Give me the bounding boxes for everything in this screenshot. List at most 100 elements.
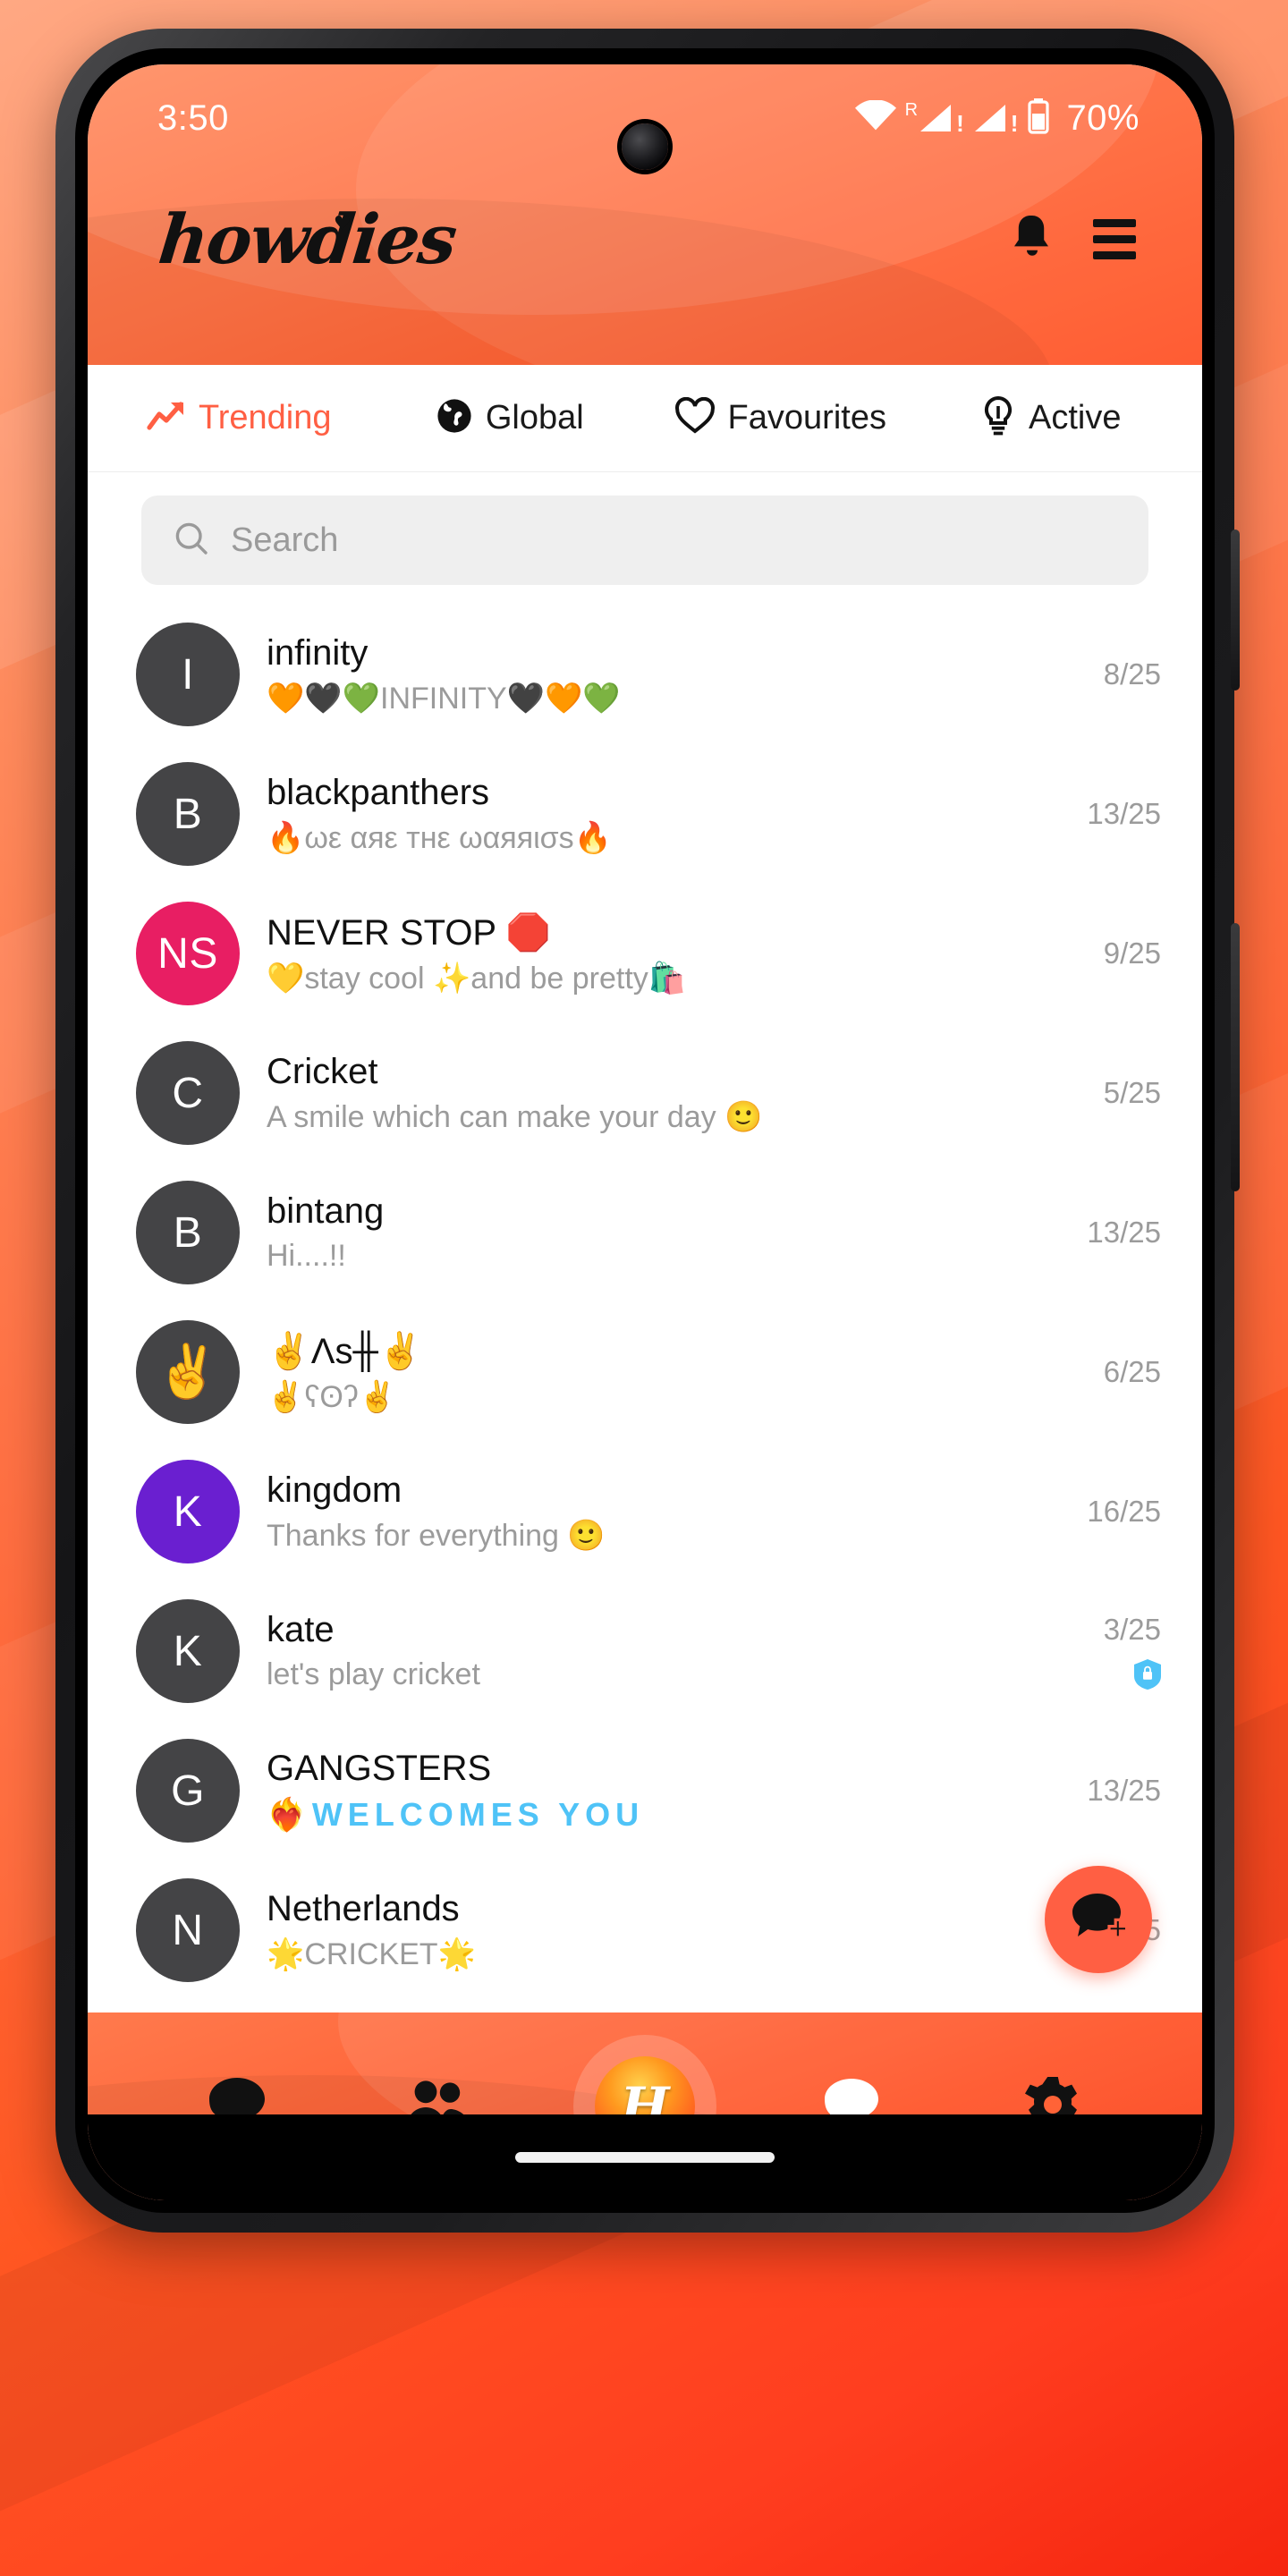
room-occupancy-count: 13/25 [1087, 1774, 1161, 1807]
phone-frame: 3:50 R ! ! 70% howdies ♥ Trending Global… [55, 29, 1240, 2233]
room-list-item[interactable]: Kkingdom Thanks for everything 🙂 16/25 [88, 1442, 1202, 1581]
app-logo-text: howdies [155, 199, 460, 279]
app-logo: howdies ♥ [155, 199, 459, 279]
search-icon [174, 521, 209, 561]
room-subtitle: Thanks for everything 🙂 [267, 1518, 606, 1553]
room-info: kingdom Thanks for everything 🙂 [267, 1470, 1000, 1554]
search-section: Search [88, 472, 1202, 605]
status-icons: R ! ! 70% [854, 97, 1140, 139]
lock-badge-icon [1134, 1659, 1161, 1690]
tab-label-global: Global [485, 399, 584, 436]
avatar[interactable]: ✌️ [136, 1320, 240, 1424]
avatar[interactable]: NS [136, 902, 240, 1005]
room-title: infinity [267, 632, 369, 673]
room-title: kingdom [267, 1470, 402, 1510]
app-header: 3:50 R ! ! 70% howdies ♥ [88, 64, 1202, 365]
signal-alert-mark: ! [1010, 110, 1019, 137]
search-input[interactable]: Search [141, 496, 1148, 585]
room-list-item[interactable]: Bblackpanthers 🔥ωε αяε тнε ωαяяισѕ🔥 13/25 [88, 744, 1202, 884]
room-title: Netherlands [267, 1888, 460, 1928]
phone-volume-button[interactable] [1231, 923, 1240, 1191]
room-meta: 5/25 [1027, 1076, 1161, 1110]
tab-label-trending: Trending [198, 399, 332, 436]
cellular-signal-icon-2: ! [973, 103, 1019, 137]
battery-percent: 70% [1066, 97, 1140, 138]
room-title: kate [267, 1610, 335, 1649]
room-meta: 6/25 [1027, 1355, 1161, 1389]
avatar[interactable]: G [136, 1739, 240, 1843]
hamburger-line [1093, 218, 1136, 227]
battery-icon [1027, 97, 1050, 139]
room-occupancy-count: 3/25 [1103, 1613, 1161, 1646]
room-title: bintang [267, 1191, 385, 1231]
room-occupancy-count: 13/25 [1087, 1216, 1161, 1249]
room-occupancy-count: 5/25 [1103, 1076, 1161, 1109]
avatar[interactable]: K [136, 1599, 240, 1703]
trending-up-icon [147, 399, 186, 437]
gesture-nav-area [88, 2114, 1202, 2200]
app-bar-actions [1009, 212, 1136, 267]
phone-bezel: 3:50 R ! ! 70% howdies ♥ Trending Global… [75, 48, 1215, 2213]
room-meta: 9/25 [1027, 936, 1161, 970]
room-list-item[interactable]: Bbintang Hi....!! 13/25 [88, 1163, 1202, 1302]
gesture-home-bar[interactable] [515, 2152, 775, 2163]
room-list-item[interactable]: C Cricket A smile which can make your day … [88, 1023, 1202, 1163]
room-subtitle: ❤️‍🔥WELCOMES YOU [267, 1795, 645, 1833]
room-info: Netherlands 🌟CRICKET🌟 [267, 1889, 1000, 1972]
wallpaper-background: 3:50 R ! ! 70% howdies ♥ Trending Global… [0, 0, 1288, 2576]
hamburger-menu-icon[interactable] [1093, 218, 1136, 259]
room-subtitle: 💛stay cool ✨and be pretty🛍️ [267, 961, 687, 996]
room-info: infinity 🧡🖤💚INFINITY🖤🧡💚 [267, 633, 1000, 716]
room-list-item[interactable]: NS NEVER STOP 🛑 💛stay cool ✨and be pretty🛍… [88, 884, 1202, 1023]
room-list-item[interactable]: ✌️ ✌Λѕ╫✌ ✌ʕʘʔ✌ 6/25 [88, 1302, 1202, 1442]
tab-trending[interactable]: Trending [104, 399, 375, 437]
room-list-item[interactable]: G GANGSTERS ❤️‍🔥WELCOMES YOU 13/25 [88, 1721, 1202, 1860]
room-list-item[interactable]: Iinfinity 🧡🖤💚INFINITY🖤🧡💚 8/25 [88, 605, 1202, 744]
wifi-icon [854, 98, 896, 137]
room-meta: 13/25 [1027, 797, 1161, 831]
room-meta: 13/25 [1027, 1774, 1161, 1808]
new-chat-bubble-plus-icon [1071, 1892, 1129, 1948]
avatar[interactable]: I [136, 623, 240, 726]
new-chat-fab-button[interactable] [1045, 1866, 1152, 1973]
room-subtitle: let's play cricket [267, 1657, 480, 1691]
room-list-item[interactable]: Kkate let's play cricket 3/25 [88, 1581, 1202, 1721]
front-camera-icon [622, 123, 668, 170]
room-list-item[interactable]: NNetherlands🌟CRICKET🌟16/25 [88, 1860, 1202, 2000]
room-title: ✌Λѕ╫✌ [267, 1331, 423, 1371]
avatar[interactable]: B [136, 762, 240, 866]
search-placeholder: Search [231, 521, 339, 559]
room-list-item[interactable]: Ppakistanfriendship chat room15/25 [88, 2000, 1202, 2012]
room-info: NEVER STOP 🛑 💛stay cool ✨and be pretty🛍️ [267, 911, 1000, 996]
avatar[interactable]: K [136, 1460, 240, 1563]
room-info: Cricket A smile which can make your day 🙂 [267, 1052, 1000, 1135]
room-list[interactable]: Iinfinity 🧡🖤💚INFINITY🖤🧡💚 8/25 Bblackpanther… [88, 605, 1202, 2012]
room-meta: 3/25 [1027, 1613, 1161, 1690]
avatar[interactable]: C [136, 1041, 240, 1145]
tab-label-active: Active [1029, 399, 1122, 436]
cellular-signal-icon-1: R ! [905, 101, 964, 137]
notifications-bell-icon[interactable] [1009, 212, 1055, 267]
room-info: blackpanthers 🔥ωε αяε тнε ωαяяισѕ🔥 [267, 773, 1000, 856]
room-title: NEVER STOP 🛑 [267, 912, 551, 953]
room-info: GANGSTERS ❤️‍🔥WELCOMES YOU [267, 1749, 1000, 1834]
tab-global[interactable]: Global [375, 397, 646, 439]
tab-favourites[interactable]: Favourites [645, 396, 916, 439]
hamburger-line [1093, 234, 1136, 243]
avatar[interactable]: B [136, 1181, 240, 1284]
avatar[interactable]: N [136, 1878, 240, 1982]
signal-alert-mark: ! [956, 110, 964, 137]
status-clock: 3:50 [157, 97, 229, 138]
phone-side-button[interactable] [1231, 530, 1240, 691]
room-subtitle: 🔥ωε αяε тнε ωαяяισѕ🔥 [267, 820, 613, 855]
hamburger-line [1093, 250, 1136, 259]
room-meta: 8/25 [1027, 657, 1161, 691]
heart-outline-icon [674, 396, 716, 439]
tab-label-favourites: Favourites [727, 399, 886, 436]
tab-active[interactable]: Active [916, 395, 1187, 441]
app-bar: howdies ♥ [88, 172, 1202, 306]
room-info: kate let's play cricket [267, 1610, 1000, 1692]
room-title: blackpanthers [267, 772, 490, 812]
room-subtitle: 🌟CRICKET🌟 [267, 1936, 476, 1971]
room-subtitle: ✌ʕʘʔ✌ [267, 1379, 397, 1414]
